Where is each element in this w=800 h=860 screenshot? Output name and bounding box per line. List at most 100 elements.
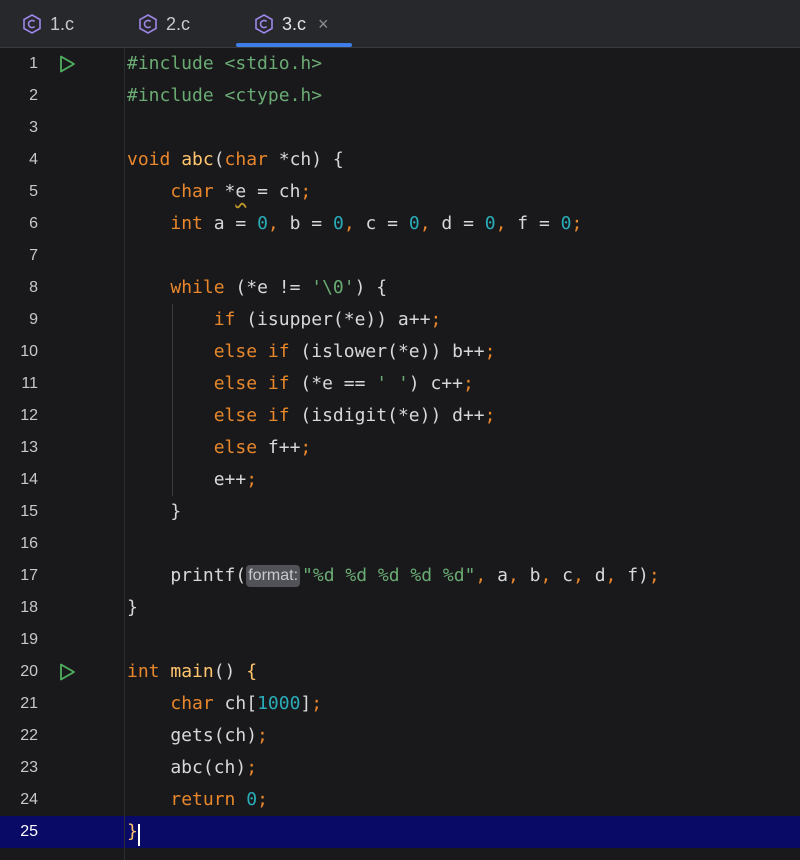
code-token: ,	[540, 565, 563, 586]
code-line[interactable]: 10 else if (islower(*e)) b++;	[0, 336, 800, 368]
code-token: else if	[213, 405, 301, 426]
close-icon[interactable]: ×	[318, 14, 329, 35]
line-number: 22	[20, 727, 38, 744]
code-line[interactable]: 11 else if (*e == ' ') c++;	[0, 368, 800, 400]
code-token: 0	[246, 789, 258, 810]
code-token: a =	[213, 213, 258, 234]
code-token: ;	[257, 789, 268, 810]
code-token: else	[213, 437, 268, 458]
code-token: {	[246, 661, 258, 682]
code-line[interactable]: 9 if (isupper(*e)) a++;	[0, 304, 800, 336]
code-line[interactable]: 19	[0, 624, 800, 656]
run-icon[interactable]	[58, 55, 76, 73]
code-token: ,	[573, 565, 595, 586]
tab-label: 3.c	[282, 13, 307, 34]
line-number: 24	[20, 791, 38, 808]
line-number: 16	[20, 535, 38, 552]
code-token: if	[213, 309, 247, 330]
code-token: 0	[484, 213, 496, 234]
line-number: 19	[20, 631, 38, 648]
code-text: int main() {	[127, 656, 257, 688]
code-text: void abc(char *ch) {	[127, 144, 344, 176]
code-token: ) {	[354, 277, 388, 298]
code-line[interactable]: 24 return 0;	[0, 784, 800, 816]
code-token: 0	[332, 213, 344, 234]
c-file-icon	[139, 14, 157, 34]
line-number: 2	[29, 87, 38, 104]
code-token: ;	[648, 565, 660, 586]
code-editor[interactable]: 1 #include <stdio.h> 2 #include <ctype.h> 3 4…	[0, 48, 800, 860]
line-number: 18	[20, 599, 38, 616]
code-token: (isdigit(*e)) d++	[300, 405, 485, 426]
run-icon[interactable]	[58, 663, 76, 681]
text-cursor	[138, 824, 140, 846]
code-token: ;	[257, 725, 268, 746]
code-line[interactable]: 16	[0, 528, 800, 560]
code-text: abc(ch);	[127, 752, 257, 784]
code-line[interactable]: 12 else if (isdigit(*e)) d++;	[0, 400, 800, 432]
code-token: while	[170, 277, 236, 298]
code-token: (isupper(*e)) a++	[246, 309, 431, 330]
code-token: }	[127, 597, 138, 618]
code-token: "%d %d %d %d %d"	[302, 565, 476, 586]
code-token: (*e !=	[235, 277, 312, 298]
line-number: 25	[20, 823, 38, 840]
code-token: = ch	[246, 181, 301, 202]
code-line[interactable]: 3	[0, 112, 800, 144]
code-token: }	[127, 501, 182, 522]
code-line[interactable]: 7	[0, 240, 800, 272]
code-line[interactable]: 1 #include <stdio.h>	[0, 48, 800, 80]
code-token: f)	[627, 565, 649, 586]
code-line[interactable]: 17 printf(format: "%d %d %d %d %d", a, b,…	[0, 560, 800, 592]
line-number: 12	[20, 407, 38, 424]
code-line[interactable]: 23 abc(ch);	[0, 752, 800, 784]
code-line[interactable]: 6 int a = 0, b = 0, c = 0, d = 0, f = 0;	[0, 208, 800, 240]
code-line[interactable]: 18}	[0, 592, 800, 624]
code-line[interactable]: 21 char ch[1000];	[0, 688, 800, 720]
gutter-separator	[124, 48, 125, 860]
active-tab-indicator	[236, 43, 352, 47]
code-line[interactable]: 5 char *e = ch;	[0, 176, 800, 208]
code-token: return	[170, 789, 247, 810]
warning-token: e	[235, 181, 247, 202]
code-text: printf(format: "%d %d %d %d %d", a, b, c,…	[127, 560, 660, 592]
code-token: f++	[267, 437, 301, 458]
tab-3c[interactable]: 3.c ×	[254, 0, 329, 48]
code-text: }	[127, 816, 138, 848]
code-token: 0	[408, 213, 420, 234]
code-token: ,	[267, 213, 290, 234]
code-token: ;	[246, 757, 258, 778]
code-token: f =	[517, 213, 561, 234]
code-line[interactable]: 14 e++;	[0, 464, 800, 496]
tab-2c[interactable]: 2.c	[138, 0, 190, 48]
code-line[interactable]: 4 void abc(char *ch) {	[0, 144, 800, 176]
code-token: abc(ch)	[127, 757, 247, 778]
line-number: 15	[20, 503, 38, 520]
code-line[interactable]: 22 gets(ch);	[0, 720, 800, 752]
tab-1c[interactable]: 1.c	[22, 0, 74, 48]
code-token: ' '	[376, 373, 409, 394]
code-text: while (*e != '\0') {	[127, 272, 387, 304]
code-line[interactable]: 15 }	[0, 496, 800, 528]
code-token: ,	[475, 565, 498, 586]
code-line[interactable]: 13 else f++;	[0, 432, 800, 464]
code-line[interactable]: 2 #include <ctype.h>	[0, 80, 800, 112]
line-number: 9	[29, 311, 38, 328]
line-number: 20	[20, 663, 38, 680]
code-token: 1000	[257, 693, 301, 714]
code-line[interactable]: 8 while (*e != '\0') {	[0, 272, 800, 304]
indent-guide	[172, 304, 173, 496]
code-token: c	[562, 565, 573, 586]
line-number: 4	[29, 151, 38, 168]
code-line[interactable]: 20 int main() {	[0, 656, 800, 688]
code-line[interactable]: 25}	[0, 816, 800, 848]
tab-bar: 1.c 2.c 3.c ×	[0, 0, 800, 48]
code-token: <stdio.h>	[224, 53, 323, 74]
code-token: int	[170, 213, 214, 234]
